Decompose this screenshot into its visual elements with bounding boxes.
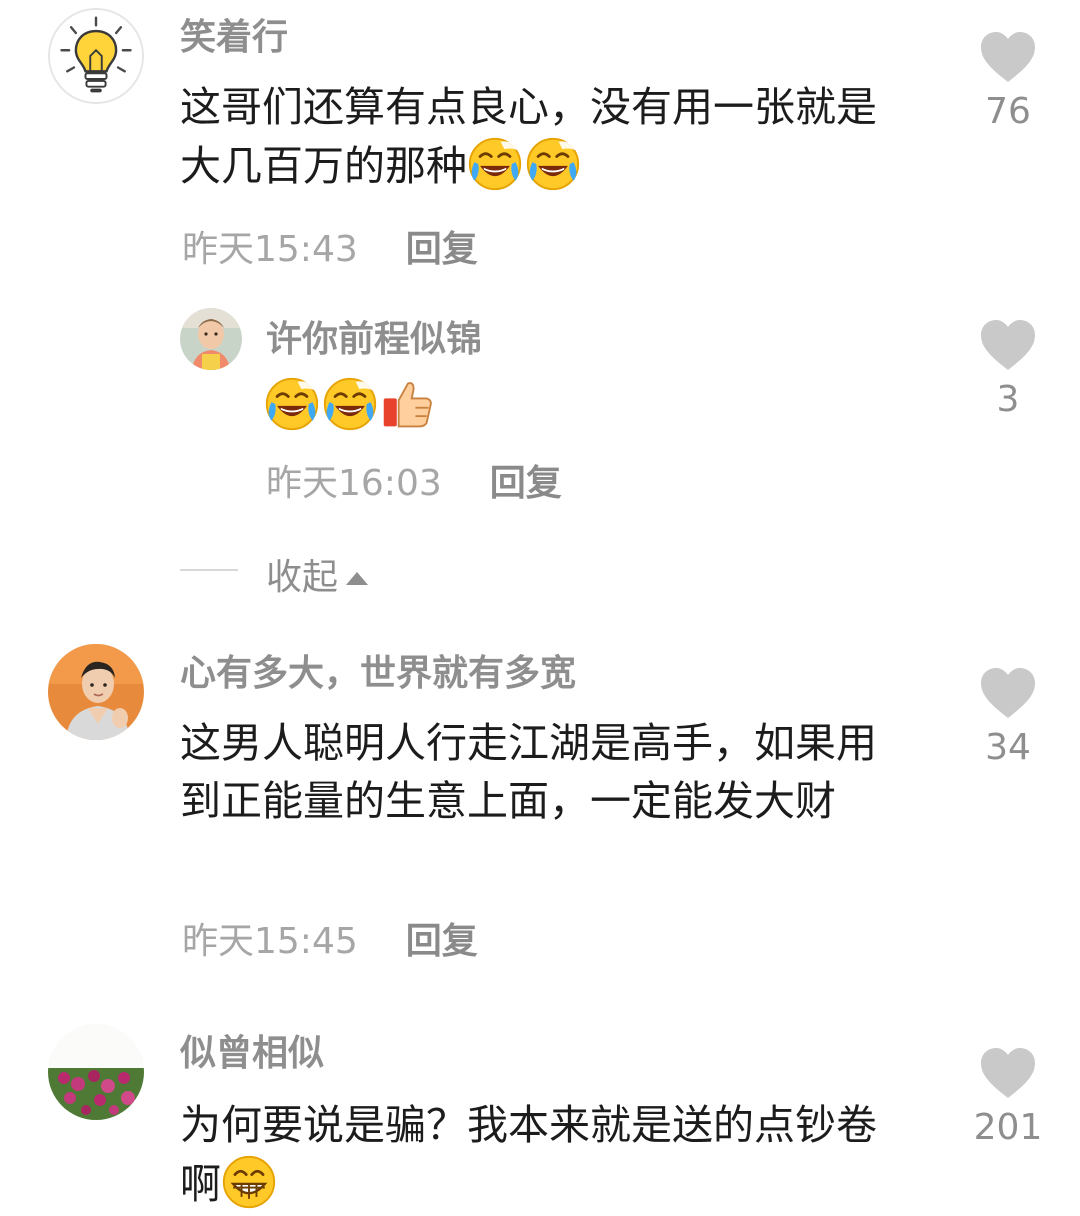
laughing-crying-face-icon <box>322 376 378 432</box>
flowers-photo-icon <box>48 1024 144 1120</box>
comment-text <box>264 376 994 435</box>
comment-text-content: 这男人聪明人行走江湖是高手，如果用到正能量的生意上面，一定能发大财 <box>180 719 877 825</box>
like-count: 34 <box>985 727 1031 768</box>
comment-text: 这哥们还算有点良心，没有用一张就是大几百万的那种 <box>180 78 910 195</box>
comment-text-content: 为何要说是骗？我本来就是送的点钞卷啊 <box>180 1101 877 1208</box>
reply-button[interactable]: 回复 <box>406 229 478 270</box>
like-count: 3 <box>996 379 1020 420</box>
avatar[interactable] <box>48 1024 144 1120</box>
timestamp: 昨天15:43 <box>182 229 358 270</box>
username[interactable]: 心有多大，世界就有多宽 <box>180 652 576 696</box>
like-control[interactable]: 201 <box>948 1048 1068 1150</box>
like-control[interactable]: 3 <box>948 320 1068 422</box>
grinning-face-icon <box>221 1154 277 1210</box>
timestamp: 昨天15:45 <box>182 921 358 962</box>
child-photo-icon <box>180 308 242 370</box>
avatar[interactable] <box>48 8 144 104</box>
like-control[interactable]: 76 <box>948 32 1068 134</box>
heart-icon[interactable] <box>980 32 1036 84</box>
reply-button[interactable]: 回复 <box>406 921 478 962</box>
heart-icon[interactable] <box>980 668 1036 720</box>
avatar[interactable] <box>180 308 242 370</box>
divider-line <box>180 569 238 571</box>
like-count: 201 <box>973 1107 1043 1148</box>
man-photo-icon <box>48 644 144 740</box>
like-control[interactable]: 34 <box>948 668 1068 770</box>
avatar[interactable] <box>48 644 144 740</box>
comment-meta: 昨天15:45 回复 <box>182 920 478 964</box>
thumbs-up-icon <box>380 376 436 432</box>
laughing-crying-face-icon <box>525 136 581 192</box>
laughing-crying-face-icon <box>467 136 523 192</box>
comment-meta: 昨天16:03 回复 <box>266 462 562 506</box>
comment-meta: 昨天15:43 回复 <box>182 228 478 272</box>
username[interactable]: 似曾相似 <box>180 1032 324 1076</box>
username[interactable]: 许你前程似锦 <box>266 318 482 362</box>
comment-text: 这男人聪明人行走江湖是高手，如果用到正能量的生意上面，一定能发大财 <box>180 714 910 830</box>
heart-icon[interactable] <box>980 320 1036 372</box>
timestamp: 昨天16:03 <box>266 463 442 504</box>
comment-text: 为何要说是骗？我本来就是送的点钞卷啊 <box>180 1096 910 1213</box>
username[interactable]: 笑着行 <box>180 16 288 60</box>
like-count: 76 <box>985 91 1031 132</box>
collapse-label: 收起 <box>266 557 339 598</box>
collapse-button[interactable]: 收起 <box>266 548 369 600</box>
heart-icon[interactable] <box>980 1048 1036 1100</box>
reply-button[interactable]: 回复 <box>490 463 562 504</box>
laughing-crying-face-icon <box>264 376 320 432</box>
caret-up-icon <box>346 572 369 585</box>
lightbulb-icon <box>50 10 142 102</box>
